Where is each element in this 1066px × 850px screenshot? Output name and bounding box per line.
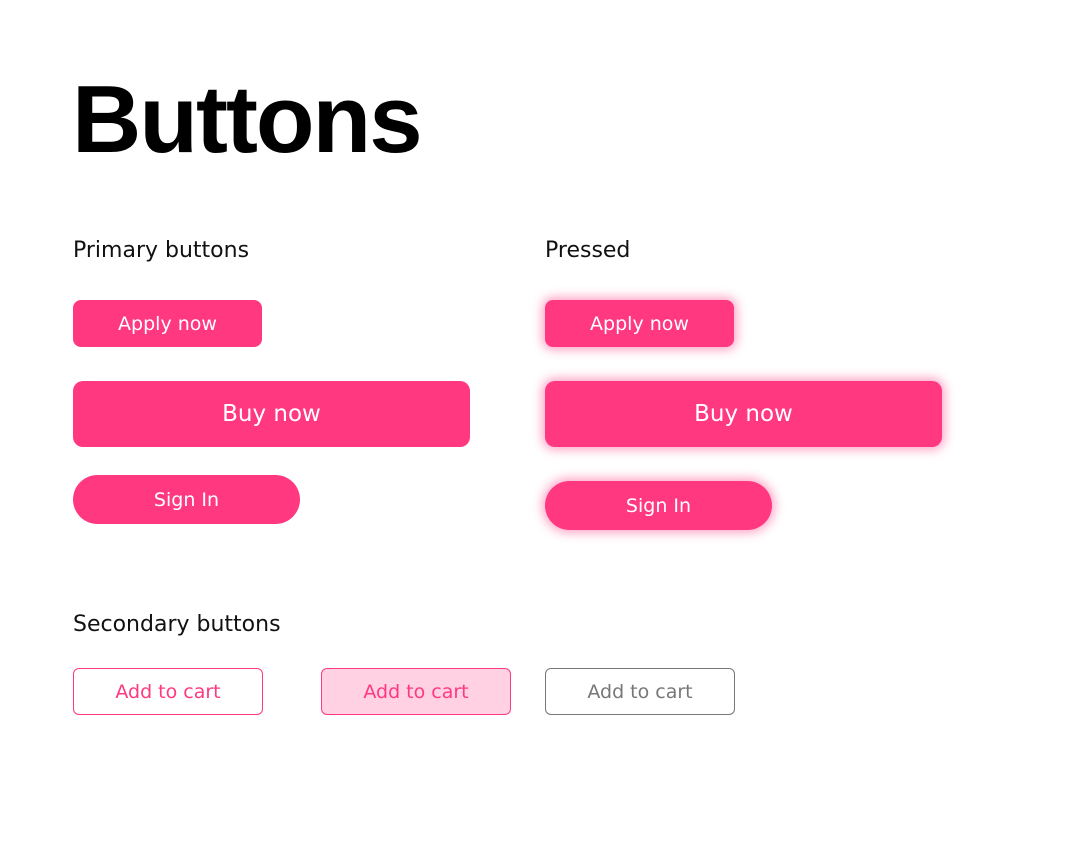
buy-now-button[interactable]: Buy now bbox=[73, 381, 470, 447]
pressed-heading: Pressed bbox=[545, 238, 631, 263]
primary-buttons-heading: Primary buttons bbox=[73, 238, 250, 263]
add-to-cart-button-hover[interactable]: Add to cart bbox=[321, 668, 511, 715]
add-to-cart-button[interactable]: Add to cart bbox=[73, 668, 263, 715]
secondary-buttons-heading: Secondary buttons bbox=[73, 612, 281, 637]
buy-now-button-pressed[interactable]: Buy now bbox=[545, 381, 942, 447]
sign-in-button-pressed[interactable]: Sign In bbox=[545, 481, 772, 530]
apply-now-button[interactable]: Apply now bbox=[73, 300, 262, 347]
page-title: Buttons bbox=[72, 66, 423, 173]
add-to-cart-button-disabled[interactable]: Add to cart bbox=[545, 668, 735, 715]
sign-in-button[interactable]: Sign In bbox=[73, 475, 300, 524]
apply-now-button-pressed[interactable]: Apply now bbox=[545, 300, 734, 347]
